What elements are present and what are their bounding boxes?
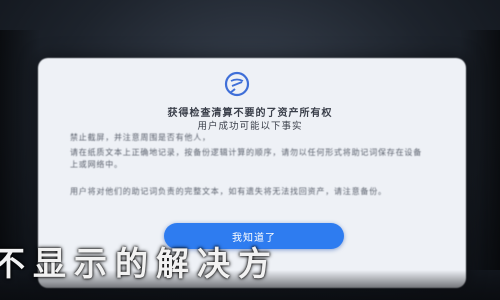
overlay-caption: 不显示的解决方 [0,244,279,283]
dialog-paragraph: 用户将对他们的助记词负责的完整文本，如有遗失将无法找回资产，请注意备份。 [70,187,387,196]
shield-icon [224,71,250,97]
dialog-subtitle: 用户成功可能以下事实 [197,121,303,132]
right-shade [460,30,500,270]
dialog-paragraph: 禁止截屏，并注意周围是否有他人， [70,133,211,142]
left-shade [0,30,40,270]
dialog-paragraph: 请在纸质文本上正确地记录，按备份逻辑计算的顺序，请勿以任何形式将助记词保存在设备… [70,148,422,169]
dialog-title: 获得检查清算不要的了资产所有权 [167,108,333,119]
